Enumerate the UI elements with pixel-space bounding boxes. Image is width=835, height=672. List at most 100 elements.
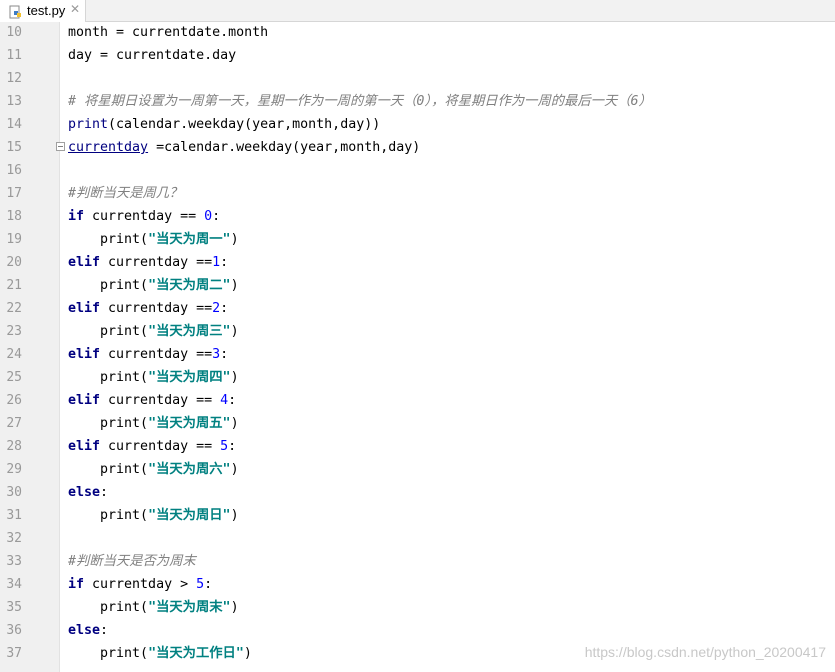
code-token: elif [68,347,101,362]
code-line[interactable]: 13 # 将星期日设置为一周第一天，星期一作为一周的第一天（0），将星期日作为一周… [0,90,835,113]
code-line[interactable]: 31 print("当天为周日") [0,504,835,527]
code-token: print [68,117,109,132]
code-line[interactable]: 23 print("当天为周三") [0,320,835,343]
code-text: print("当天为周末") [68,596,239,619]
code-token: currentday == [100,301,213,316]
code-line[interactable]: 11 day = currentdate.day [0,44,835,67]
code-line[interactable]: 17 #判断当天是周几？ [0,182,835,205]
code-token: : [220,255,229,270]
line-number: 37 [6,646,22,661]
code-token: print( [68,646,149,661]
file-tab[interactable]: test.py ✕ [0,0,86,22]
code-token: 2 [212,301,221,316]
code-token: ) [230,600,239,615]
code-text: #判断当天是否为周末 [68,550,196,573]
code-line[interactable]: 16 [0,159,835,182]
code-line[interactable]: 14 print(calendar.weekday(year,month,day)… [0,113,835,136]
code-token: else [68,485,101,500]
code-line[interactable]: 18 if currentday == 0: [0,205,835,228]
code-token: print( [68,232,149,247]
code-line[interactable]: 10 month = currentdate.month [0,21,835,44]
line-number: 32 [6,531,22,546]
code-text: elif currentday ==3: [68,343,228,366]
code-token: 4 [220,393,229,408]
code-token: currentday == [84,209,205,224]
line-number: 25 [6,370,22,385]
code-line[interactable]: 25 print("当天为周四") [0,366,835,389]
code-line[interactable]: 29 print("当天为周六") [0,458,835,481]
code-text: else: [68,619,108,642]
code-token: 1 [212,255,221,270]
code-line[interactable]: 32 [0,527,835,550]
line-number: 33 [6,554,22,569]
code-token: ) [230,370,239,385]
code-text: print("当天为周日") [68,504,239,527]
code-line[interactable]: 15 currentday =calendar.weekday(year,mont… [0,136,835,159]
code-line[interactable]: 27 print("当天为周五") [0,412,835,435]
code-token: "当天为周四" [148,370,231,385]
code-token: print( [68,462,149,477]
code-token: ) [230,462,239,477]
code-line[interactable]: 20 elif currentday ==1: [0,251,835,274]
code-token: elif [68,255,101,270]
code-line[interactable]: 36 else: [0,619,835,642]
editor-tab-bar: test.py ✕ [0,0,835,22]
code-line[interactable]: 26 elif currentday == 4: [0,389,835,412]
code-token: currentday [68,140,149,155]
code-token: ) [230,324,239,339]
line-number: 14 [6,117,22,132]
code-line[interactable]: 30 else: [0,481,835,504]
code-token: "当天为周三" [148,324,231,339]
code-text: if currentday > 5: [68,573,212,596]
code-token: currentday == [100,255,213,270]
code-token: "当天为工作日" [148,646,244,661]
code-line[interactable]: 12 [0,67,835,90]
code-text: elif currentday == 5: [68,435,236,458]
code-text: #判断当天是周几？ [68,182,182,205]
code-token: (calendar.weekday(year,month,day)) [108,117,381,132]
code-token: print( [68,370,149,385]
code-token: "当天为周日" [148,508,231,523]
code-line[interactable]: 34 if currentday > 5: [0,573,835,596]
close-icon[interactable]: ✕ [70,2,80,16]
code-text: # 将星期日设置为一周第一天，星期一作为一周的第一天（0），将星期日作为一周的最… [68,90,652,113]
code-line[interactable]: 33 #判断当天是否为周末 [0,550,835,573]
code-token: elif [68,301,101,316]
code-line[interactable]: 24 elif currentday ==3: [0,343,835,366]
code-line[interactable]: 35 print("当天为周末") [0,596,835,619]
code-token: : [100,623,109,638]
code-token: #判断当天是周几？ [68,186,183,201]
code-line[interactable]: 19 print("当天为周一") [0,228,835,251]
code-token: currentday == [100,439,221,454]
code-token: : [228,439,237,454]
code-line[interactable]: 22 elif currentday ==2: [0,297,835,320]
code-text: print("当天为工作日") [68,642,252,665]
code-token: "当天为周一" [148,232,231,247]
code-text: elif currentday ==1: [68,251,228,274]
line-number: 20 [6,255,22,270]
line-number: 17 [6,186,22,201]
line-number: 19 [6,232,22,247]
line-number: 16 [6,163,22,178]
code-text: day = currentdate.day [68,44,236,67]
fold-marker-icon[interactable] [56,142,65,151]
code-token: elif [68,439,101,454]
line-number: 23 [6,324,22,339]
line-number: 10 [6,25,22,40]
line-number: 28 [6,439,22,454]
code-token: print( [68,324,149,339]
code-token: currentday == [100,347,213,362]
code-token: print( [68,600,149,615]
tab-filename: test.py [27,3,66,18]
code-line[interactable]: 28 elif currentday == 5: [0,435,835,458]
code-text: if currentday == 0: [68,205,220,228]
code-token: 3 [212,347,221,362]
code-token: ) [230,416,239,431]
code-text: print("当天为周二") [68,274,239,297]
code-text: currentday =calendar.weekday(year,month,… [68,136,420,159]
code-line[interactable]: 21 print("当天为周二") [0,274,835,297]
code-token: ) [243,646,252,661]
code-text: print("当天为周三") [68,320,239,343]
code-text: print("当天为周四") [68,366,239,389]
code-text: print("当天为周一") [68,228,239,251]
